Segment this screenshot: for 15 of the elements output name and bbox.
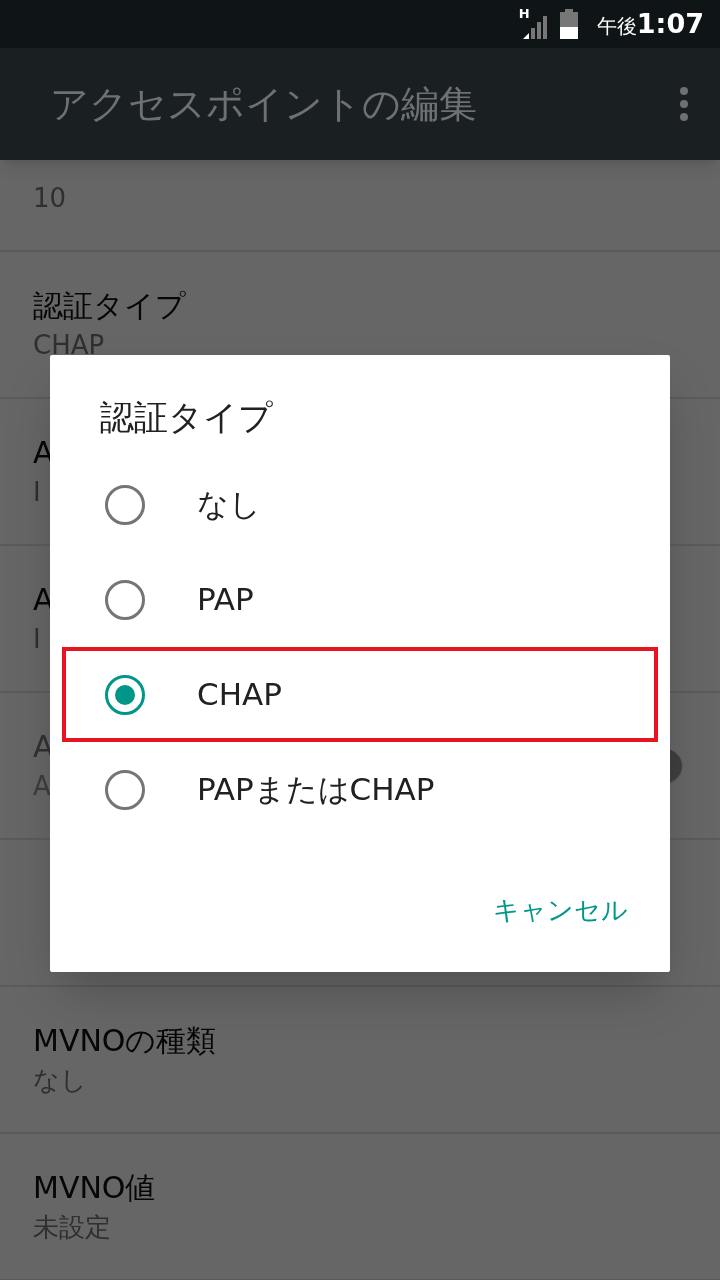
setting-title: MVNOの種類: [33, 1021, 217, 1060]
setting-title: 認証タイプ: [33, 286, 186, 325]
radio-option[interactable]: CHAP: [62, 647, 658, 742]
radio-option[interactable]: PAP: [62, 552, 658, 647]
battery-icon: [558, 9, 579, 39]
more-options-icon[interactable]: [678, 86, 690, 122]
cancel-button[interactable]: キャンセル: [485, 879, 636, 942]
clock: 1:07: [636, 6, 704, 41]
setting-title: MVNO値: [33, 1168, 156, 1207]
app-bar-title: アクセスポイントの編集: [50, 80, 478, 128]
radio-option[interactable]: なし: [62, 457, 658, 552]
time-prefix: 午後: [596, 12, 637, 40]
dialog-title: 認証タイプ: [99, 396, 274, 439]
radio-option[interactable]: PAPまたはCHAP: [62, 742, 658, 837]
network-type-label: H: [518, 7, 530, 20]
